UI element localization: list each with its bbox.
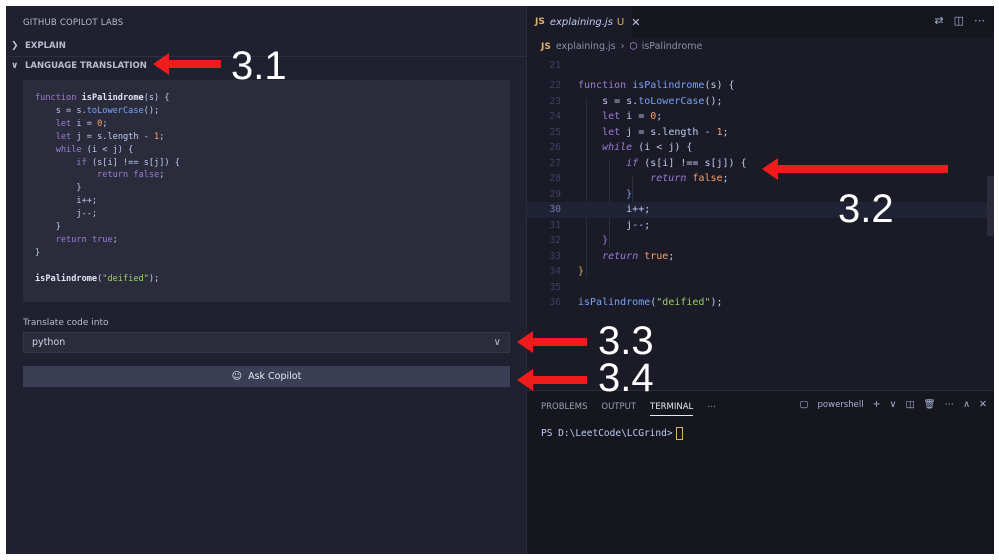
prompt-text: PS D:\LeetCode\LCGrind>	[541, 428, 673, 439]
code-line: 35	[527, 280, 987, 296]
language-select[interactable]: python ∨	[23, 332, 510, 353]
ask-copilot-button[interactable]: ☺ Ask Copilot	[23, 366, 510, 387]
chevron-up-icon[interactable]: ∧	[963, 399, 970, 410]
callout-3-3: 3.3	[598, 319, 654, 363]
terminal-prompt[interactable]: PS D:\LeetCode\LCGrind>	[541, 427, 683, 440]
more-actions-icon[interactable]: ⋯	[974, 14, 985, 27]
line-number: 28	[549, 173, 561, 185]
callout-3-1: 3.1	[231, 44, 287, 88]
code-line: 22 function isPalindrome(s) {	[527, 78, 987, 94]
code-line: 23 s = s.toLowerCase();	[527, 94, 987, 110]
editor-scrollbar[interactable]	[987, 176, 994, 236]
breadcrumb-symbol[interactable]: isPalindrome	[642, 41, 703, 52]
terminal-panel: PROBLEMS OUTPUT TERMINAL ⋯ ▢ powershell …	[527, 390, 994, 554]
tab-terminal[interactable]: TERMINAL	[650, 402, 694, 416]
annotation-arrow	[762, 158, 948, 180]
screenshot-frame: GITHUB COPILOT LABS ❯ EXPLAIN ∨ LANGUAGE…	[6, 6, 994, 554]
shell-name[interactable]: powershell	[818, 400, 864, 410]
annotation-arrow	[153, 53, 221, 75]
line-number: 31	[549, 219, 561, 231]
line-number: 29	[549, 188, 561, 200]
line-number: 26	[549, 142, 561, 154]
chevron-down-icon[interactable]: ∨	[890, 399, 897, 410]
code-line: 25 let j = s.length - 1;	[527, 125, 987, 141]
close-icon[interactable]: ✕	[631, 16, 640, 29]
code-line: 21	[527, 58, 987, 74]
split-editor-icon[interactable]: ◫	[954, 14, 964, 27]
chevron-down-icon: ∨	[493, 337, 501, 348]
line-number: 33	[549, 250, 561, 262]
code-line: 32 }	[527, 233, 987, 249]
breadcrumb: JS explaining.js › ⬡ isPalindrome	[541, 41, 702, 52]
code-line: 26 while (i < j) {	[527, 140, 987, 156]
terminal-actions: ▢ powershell + ∨ ◫ 🗑 ⋯ ∧ ✕	[800, 399, 987, 410]
tab-filename: explaining.js	[549, 16, 613, 28]
code-line: 36 isPalindrome("deified");	[527, 295, 987, 311]
annotation-arrow	[517, 369, 587, 391]
editor-actions: ⇄ ◫ ⋯	[934, 14, 985, 27]
line-number: 25	[549, 126, 561, 138]
terminal-cursor	[675, 427, 683, 440]
terminal-shell-icon: ▢	[799, 399, 809, 410]
line-number: 36	[549, 297, 561, 309]
annotation-arrow	[517, 331, 587, 353]
section-explain-label: EXPLAIN	[25, 41, 66, 51]
line-number: 34	[549, 266, 561, 278]
callout-3-2: 3.2	[838, 187, 894, 231]
code-line: 33 return true;	[527, 249, 987, 265]
js-file-icon: JS	[541, 41, 551, 52]
line-number: 30	[549, 204, 561, 216]
editor-area: JS explaining.js U ✕ ⇄ ◫ ⋯ JS explaining…	[526, 6, 994, 554]
language-select-value: python	[32, 337, 66, 348]
breadcrumb-file[interactable]: explaining.js	[556, 41, 616, 52]
split-terminal-icon[interactable]: ◫	[906, 399, 915, 410]
more-actions-icon[interactable]: ⋯	[945, 399, 955, 410]
js-file-icon: JS	[535, 17, 545, 27]
panel-tabs: PROBLEMS OUTPUT TERMINAL ⋯	[541, 402, 716, 416]
line-number: 24	[549, 111, 561, 123]
line-number: 27	[549, 157, 561, 169]
line-number: 35	[549, 281, 561, 293]
tab-modified-indicator: U	[616, 16, 625, 28]
copilot-labs-panel: GITHUB COPILOT LABS ❯ EXPLAIN ∨ LANGUAGE…	[6, 6, 526, 554]
ask-copilot-label: Ask Copilot	[248, 371, 302, 382]
panel-title: GITHUB COPILOT LABS	[23, 18, 124, 28]
line-number: 22	[549, 80, 561, 92]
code-line-active: 30 i++;	[527, 202, 987, 218]
code-line: 34}	[527, 264, 987, 280]
line-number: 32	[549, 235, 561, 247]
chevron-right-icon: ›	[620, 41, 625, 52]
code-line: 29 }	[527, 187, 987, 203]
line-number: 23	[549, 95, 561, 107]
tab-explaining-js[interactable]: JS explaining.js U ✕	[527, 6, 640, 38]
more-icon[interactable]: ⋯	[707, 402, 716, 416]
translate-label: Translate code into	[23, 318, 109, 328]
editor-tabbar: JS explaining.js U ✕ ⇄ ◫ ⋯	[527, 6, 994, 38]
close-icon[interactable]: ✕	[979, 399, 987, 410]
method-symbol-icon: ⬡	[629, 41, 638, 52]
code-line: 24 let i = 0;	[527, 109, 987, 125]
section-language-translation-label: LANGUAGE TRANSLATION	[25, 61, 147, 71]
code-line: 31 j--;	[527, 218, 987, 234]
code-preview: function isPalindrome(s) { s = s.toLower…	[23, 80, 510, 302]
chevron-right-icon: ❯	[11, 41, 19, 51]
callout-3-4: 3.4	[598, 356, 654, 400]
add-terminal-icon[interactable]: +	[873, 399, 881, 410]
code-preview-text: function isPalindrome(s) { s = s.toLower…	[35, 93, 180, 284]
chevron-down-icon: ∨	[11, 61, 19, 71]
trash-icon[interactable]: 🗑	[924, 399, 936, 410]
compare-changes-icon[interactable]: ⇄	[934, 14, 943, 27]
line-number: 21	[549, 60, 561, 72]
tab-problems[interactable]: PROBLEMS	[541, 402, 587, 416]
tab-output[interactable]: OUTPUT	[601, 402, 636, 416]
copilot-icon: ☺	[231, 371, 243, 382]
